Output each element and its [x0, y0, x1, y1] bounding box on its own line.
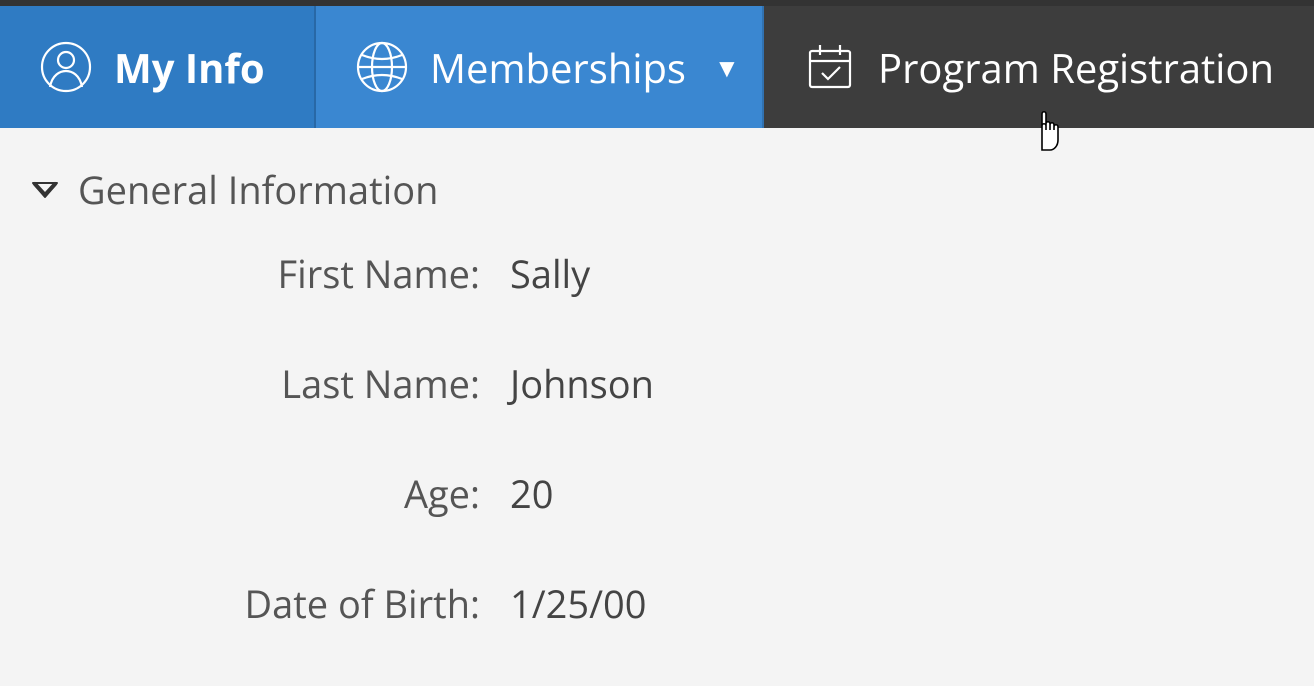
first-name-label: First Name:	[30, 248, 510, 300]
chevron-down-icon: ▼	[714, 49, 740, 85]
tab-memberships[interactable]: Memberships ▼	[316, 6, 764, 128]
dob-value: 1/25/00	[510, 578, 1284, 630]
first-name-value: Sally	[510, 248, 1284, 300]
tab-my-info-label: My Info	[114, 40, 265, 95]
age-label: Age:	[30, 468, 510, 520]
age-value: 20	[510, 468, 1284, 520]
last-name-value: Johnson	[510, 358, 1284, 410]
chevron-down-icon	[30, 179, 60, 201]
calendar-check-icon	[804, 41, 856, 93]
last-name-label: Last Name:	[30, 358, 510, 410]
content-panel: General Information First Name: Sally La…	[0, 128, 1314, 686]
section-general-information-header[interactable]: General Information	[30, 158, 1284, 248]
tab-my-info[interactable]: My Info	[0, 6, 316, 128]
tab-memberships-label: Memberships	[430, 40, 686, 95]
general-information-fields: First Name: Sally Last Name: Johnson Age…	[30, 248, 1284, 630]
dob-label: Date of Birth:	[30, 578, 510, 630]
person-icon	[40, 41, 92, 93]
tab-program-registration-label: Program Registration	[878, 40, 1274, 95]
section-title: General Information	[78, 164, 438, 216]
globe-icon	[356, 41, 408, 93]
page-root: My Info Memberships ▼	[0, 0, 1314, 692]
tab-program-registration[interactable]: Program Registration	[764, 6, 1314, 128]
tab-bar: My Info Memberships ▼	[0, 6, 1314, 128]
